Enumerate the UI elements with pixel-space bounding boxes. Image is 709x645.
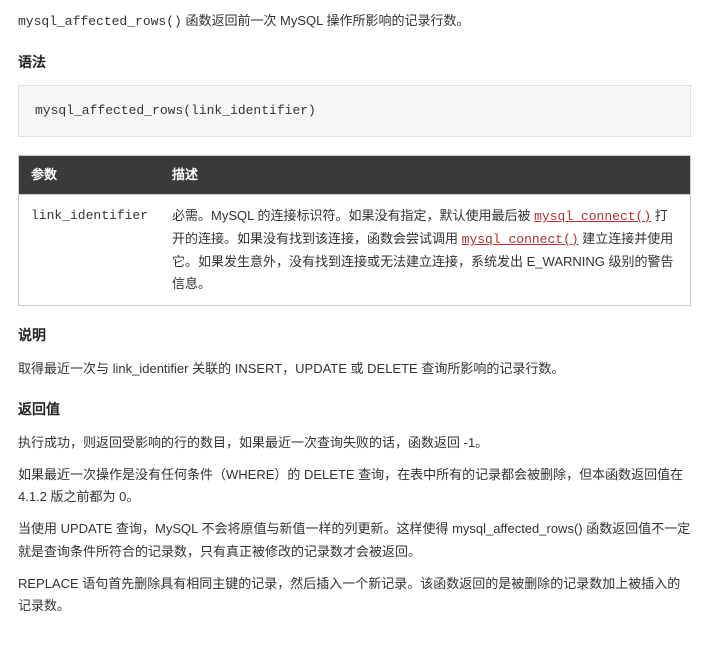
param-cell: link_identifier bbox=[19, 195, 161, 306]
desc-part1: 必需。MySQL 的连接标识符。如果没有指定，默认使用最后被 bbox=[172, 208, 534, 223]
explain-text: 取得最近一次与 link_identifier 关联的 INSERT，UPDAT… bbox=[18, 358, 691, 380]
explain-heading: 说明 bbox=[18, 324, 691, 348]
params-table: 参数 描述 link_identifier 必需。MySQL 的连接标识符。如果… bbox=[18, 155, 691, 306]
desc-cell: 必需。MySQL 的连接标识符。如果没有指定，默认使用最后被 mysql_con… bbox=[160, 195, 690, 306]
syntax-codebox: mysql_affected_rows(link_identifier) bbox=[18, 85, 691, 137]
function-name: mysql_affected_rows() bbox=[18, 14, 182, 29]
intro-paragraph: mysql_affected_rows() 函数返回前一次 MySQL 操作所影… bbox=[18, 10, 691, 33]
syntax-heading: 语法 bbox=[18, 51, 691, 75]
table-row: link_identifier 必需。MySQL 的连接标识符。如果没有指定，默… bbox=[19, 195, 691, 306]
return-p3: 当使用 UPDATE 查询，MySQL 不会将原值与新值一样的列更新。这样使得 … bbox=[18, 518, 691, 562]
return-p1: 执行成功，则返回受影响的行的数目，如果最近一次查询失败的话，函数返回 -1。 bbox=[18, 432, 691, 454]
return-p2: 如果最近一次操作是没有任何条件（WHERE）的 DELETE 查询，在表中所有的… bbox=[18, 464, 691, 508]
mysql-connect-link[interactable]: mysql_connect() bbox=[534, 209, 651, 224]
mysql-connect-link[interactable]: mysql_connect() bbox=[462, 232, 579, 247]
table-header-desc: 描述 bbox=[160, 155, 690, 194]
return-heading: 返回值 bbox=[18, 398, 691, 422]
return-p4: REPLACE 语句首先删除具有相同主键的记录，然后插入一个新记录。该函数返回的… bbox=[18, 573, 691, 617]
intro-tail: 函数返回前一次 MySQL 操作所影响的记录行数。 bbox=[182, 13, 470, 28]
table-header-param: 参数 bbox=[19, 155, 161, 194]
